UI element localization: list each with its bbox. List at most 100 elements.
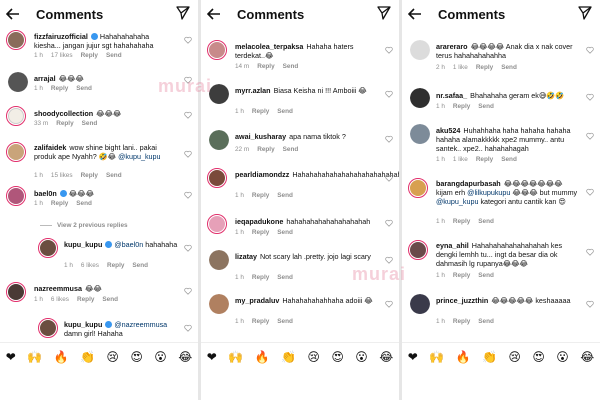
- emoji-heart-eyes[interactable]: 😍: [532, 350, 545, 364]
- avatar[interactable]: [207, 214, 227, 234]
- emoji-laugh[interactable]: 😂: [379, 350, 393, 364]
- emoji-heart[interactable]: ❤: [207, 350, 217, 364]
- mention-link[interactable]: @bael0n: [114, 240, 143, 249]
- emoji-fire[interactable]: 🔥: [255, 350, 270, 364]
- emoji-clap[interactable]: 👏: [281, 350, 296, 364]
- reply-button[interactable]: Reply: [476, 64, 493, 71]
- emoji-surprised[interactable]: 😮: [556, 350, 569, 364]
- like-heart-icon[interactable]: [385, 219, 393, 227]
- username[interactable]: barangdapurbasah: [436, 179, 501, 188]
- like-heart-icon[interactable]: [586, 46, 594, 54]
- like-heart-icon[interactable]: [586, 188, 594, 196]
- reply-button[interactable]: Reply: [453, 218, 470, 225]
- avatar[interactable]: [38, 238, 58, 258]
- avatar[interactable]: [6, 142, 26, 162]
- reply-button[interactable]: Reply: [453, 103, 470, 110]
- like-heart-icon[interactable]: [184, 150, 192, 158]
- username[interactable]: zalifaidek: [34, 143, 66, 152]
- like-heart-icon[interactable]: [385, 135, 393, 143]
- back-arrow-icon[interactable]: [207, 6, 223, 22]
- avatar[interactable]: [410, 294, 430, 314]
- avatar[interactable]: [6, 30, 26, 50]
- reply-button[interactable]: Reply: [453, 272, 470, 279]
- send-button[interactable]: Send: [478, 103, 494, 110]
- send-button[interactable]: Send: [132, 262, 148, 269]
- reply-button[interactable]: Reply: [51, 200, 68, 207]
- avatar[interactable]: [8, 72, 28, 92]
- username[interactable]: aku524: [436, 126, 460, 135]
- reply-button[interactable]: Reply: [81, 52, 98, 59]
- like-heart-icon[interactable]: [184, 324, 192, 332]
- emoji-fire[interactable]: 🔥: [456, 350, 471, 364]
- emoji-laugh[interactable]: 😂: [580, 350, 594, 364]
- like-heart-icon[interactable]: [385, 174, 393, 182]
- send-button[interactable]: Send: [283, 146, 299, 153]
- emoji-clap[interactable]: 👏: [482, 350, 497, 364]
- reply-button[interactable]: Reply: [252, 192, 269, 199]
- avatar[interactable]: [207, 40, 227, 60]
- like-heart-icon[interactable]: [586, 248, 594, 256]
- avatar[interactable]: [207, 168, 227, 188]
- send-button[interactable]: Send: [102, 296, 118, 303]
- reply-button[interactable]: Reply: [252, 108, 269, 115]
- avatar[interactable]: [209, 130, 229, 150]
- like-heart-icon[interactable]: [385, 300, 393, 308]
- username[interactable]: bael0n: [34, 189, 57, 198]
- send-button[interactable]: Send: [76, 200, 92, 207]
- username[interactable]: fizzfairuzofficial: [34, 32, 88, 41]
- username[interactable]: ieqapadukone: [235, 217, 283, 226]
- avatar[interactable]: [408, 240, 428, 260]
- username[interactable]: my_pradaluv: [235, 296, 279, 305]
- like-heart-icon[interactable]: [184, 36, 192, 44]
- avatar[interactable]: [410, 88, 430, 108]
- username[interactable]: arareraro: [436, 42, 468, 51]
- avatar[interactable]: [410, 40, 430, 60]
- like-heart-icon[interactable]: [184, 191, 192, 199]
- send-button[interactable]: Send: [76, 85, 92, 92]
- emoji-heart-eyes[interactable]: 😍: [130, 350, 143, 364]
- mention-link[interactable]: @kupu_kupu: [118, 152, 160, 161]
- reply-button[interactable]: Reply: [257, 63, 274, 70]
- username[interactable]: nazreemmusa: [34, 284, 82, 293]
- mention-link[interactable]: @kupu_kupu: [436, 197, 478, 206]
- send-button[interactable]: Send: [277, 229, 293, 236]
- back-arrow-icon[interactable]: [408, 6, 424, 22]
- username[interactable]: kupu_kupu: [64, 240, 102, 249]
- send-button[interactable]: Send: [106, 52, 122, 59]
- emoji-fire[interactable]: 🔥: [54, 350, 69, 364]
- emoji-cry[interactable]: 😢: [307, 350, 320, 364]
- like-heart-icon[interactable]: [184, 287, 192, 295]
- avatar[interactable]: [410, 124, 430, 144]
- emoji-cry[interactable]: 😢: [106, 350, 119, 364]
- emoji-heart[interactable]: ❤: [6, 350, 16, 364]
- send-button[interactable]: Send: [283, 63, 299, 70]
- avatar[interactable]: [209, 250, 229, 270]
- username[interactable]: kupu_kupu: [64, 320, 102, 329]
- send-button[interactable]: Send: [478, 318, 494, 325]
- reply-button[interactable]: Reply: [77, 296, 94, 303]
- reply-button[interactable]: Reply: [252, 318, 269, 325]
- emoji-raised-hands[interactable]: 🙌: [429, 350, 444, 364]
- emoji-raised-hands[interactable]: 🙌: [27, 350, 42, 364]
- like-heart-icon[interactable]: [586, 300, 594, 308]
- avatar[interactable]: [6, 282, 26, 302]
- reply-button[interactable]: Reply: [257, 146, 274, 153]
- avatar[interactable]: [6, 106, 26, 126]
- like-heart-icon[interactable]: [385, 256, 393, 264]
- send-button[interactable]: Send: [478, 272, 494, 279]
- reply-button[interactable]: Reply: [476, 156, 493, 163]
- send-button[interactable]: Send: [277, 274, 293, 281]
- avatar[interactable]: [209, 294, 229, 314]
- send-button[interactable]: Send: [501, 64, 517, 71]
- direct-send-icon[interactable]: [377, 6, 393, 22]
- username[interactable]: myrr.azlan: [235, 86, 271, 95]
- mention-link[interactable]: @nazreemmusa: [114, 320, 167, 329]
- direct-send-icon[interactable]: [578, 6, 594, 22]
- emoji-surprised[interactable]: 😮: [154, 350, 167, 364]
- username[interactable]: pearldiamondzz: [235, 170, 289, 179]
- avatar[interactable]: [6, 186, 26, 206]
- send-button[interactable]: Send: [106, 172, 122, 179]
- reply-button[interactable]: Reply: [56, 120, 73, 127]
- like-heart-icon[interactable]: [586, 132, 594, 140]
- username[interactable]: arrajal: [34, 74, 56, 83]
